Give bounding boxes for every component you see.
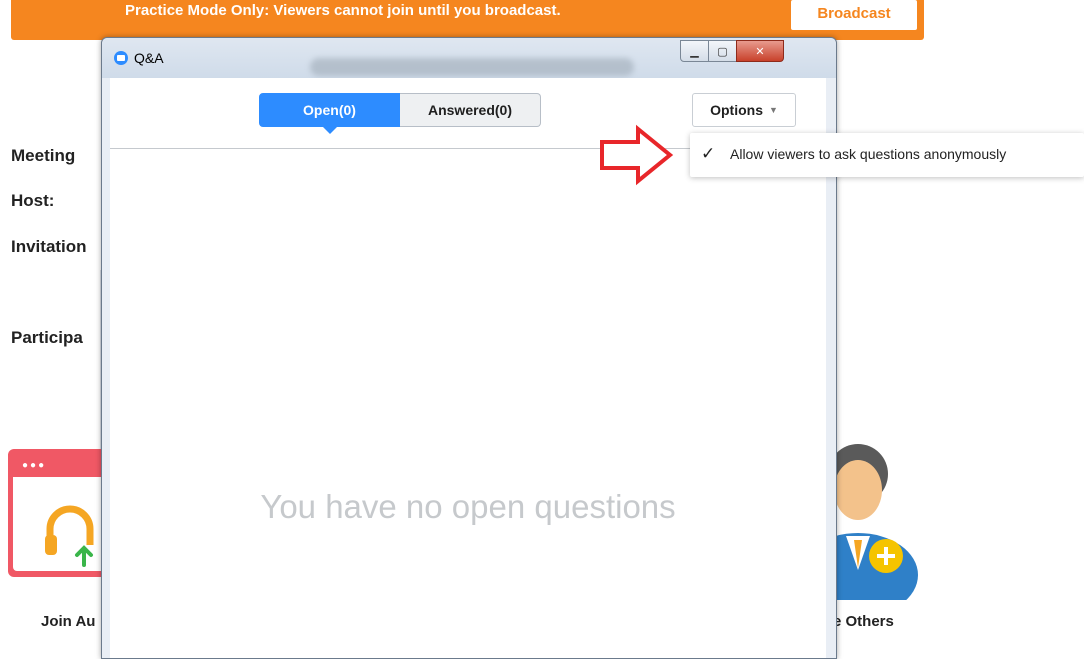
checkmark-icon: ✓ <box>701 144 716 164</box>
banner-text: Practice Mode Only: Viewers cannot join … <box>125 2 561 19</box>
menu-item-label: Allow viewers to ask questions anonymous… <box>730 146 1007 162</box>
tab-open[interactable]: Open(0) <box>259 93 400 134</box>
invite-others-caption: e Others <box>833 613 894 630</box>
minimize-icon: ▁ <box>690 44 699 58</box>
options-label: Options <box>710 102 763 118</box>
join-audio-caption: Join Au <box>41 613 96 630</box>
headphones-icon <box>45 505 96 569</box>
participants-label: Participa <box>11 328 83 347</box>
title-bar[interactable]: Q&A ▁ ▢ ✕ <box>102 38 836 78</box>
practice-mode-banner: Practice Mode Only: Viewers cannot join … <box>11 0 924 40</box>
annotation-arrow-icon <box>600 124 674 186</box>
options-menu: ✓ Allow viewers to ask questions anonymo… <box>690 133 1084 177</box>
window-title: Q&A <box>134 50 164 66</box>
qa-window: Q&A ▁ ▢ ✕ Open(0) Answered(0) Options ▼ … <box>101 37 837 659</box>
zoom-app-icon <box>114 51 128 65</box>
close-button[interactable]: ✕ <box>736 40 784 62</box>
close-icon: ✕ <box>755 44 765 58</box>
window-dots-icon: ●●● <box>22 460 47 471</box>
question-tabs: Open(0) Answered(0) <box>259 93 541 134</box>
blurred-title-area <box>310 58 634 76</box>
host-label: Host: <box>11 191 55 210</box>
maximize-button[interactable]: ▢ <box>708 40 737 62</box>
empty-state-message: You have no open questions <box>260 488 676 525</box>
minimize-button[interactable]: ▁ <box>680 40 709 62</box>
tab-answered[interactable]: Answered(0) <box>400 93 541 127</box>
options-button[interactable]: Options ▼ <box>692 93 796 127</box>
meeting-label: Meeting <box>11 146 76 165</box>
invitation-label: Invitation <box>11 237 87 256</box>
maximize-icon: ▢ <box>717 44 728 58</box>
caret-down-icon: ▼ <box>768 105 778 115</box>
broadcast-button[interactable]: Broadcast <box>791 0 917 30</box>
